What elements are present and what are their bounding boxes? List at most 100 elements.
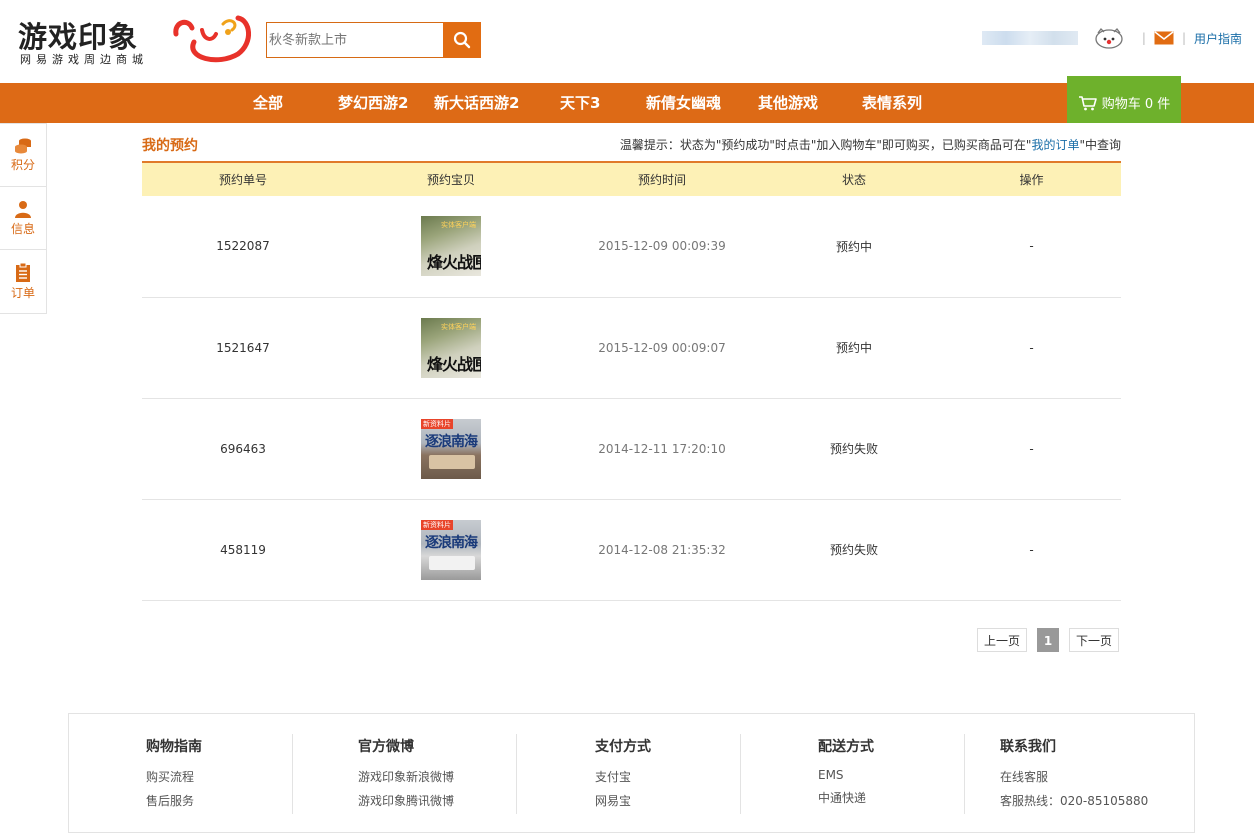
footer-link[interactable]: 在线客服: [1000, 768, 1148, 785]
footer-link[interactable]: EMS: [818, 768, 874, 782]
separator: |: [1181, 31, 1186, 45]
coins-icon: [15, 138, 31, 153]
tip-text: 温馨提示：状态为"预约成功"时点击"加入购物车"即可购买，已购买商品可在"我的订…: [620, 136, 1121, 153]
side-item-orders[interactable]: 订单: [0, 250, 46, 313]
footer-link: 客服热线：020-85105880: [1000, 794, 1149, 808]
footer-col-payment: 支付方式 支付宝 网易宝: [595, 736, 651, 816]
side-item-label: 订单: [10, 285, 35, 300]
reservation-status: 预约失败: [829, 543, 878, 557]
reservation-action: -: [1029, 441, 1034, 456]
footer-divider: [740, 734, 741, 814]
footer-divider: [292, 734, 293, 814]
product-thumbnail[interactable]: 新资料片逐浪南海: [421, 418, 481, 479]
footer-link[interactable]: 游戏印象新浪微博: [358, 768, 454, 785]
thumb-caption: 实体客户端: [441, 221, 476, 230]
pagination: 上一页 1 下一页: [977, 628, 1129, 652]
thumb-title: 烽火战匣: [427, 354, 481, 374]
reservation-id: 1521647: [216, 340, 270, 355]
reservation-status: 预约中: [835, 341, 872, 355]
thumb-caption: 新资料片: [421, 418, 453, 429]
page-title: 我的预约: [142, 138, 198, 154]
user-icon: [15, 200, 31, 218]
product-thumbnail[interactable]: 实体客户端烽火战匣: [421, 216, 481, 277]
thumb-box: [429, 454, 475, 469]
main-nav: 全部 梦幻西游2 新大话西游2 天下3 新倩女幽魂 其他游戏 表情系列 购物车 …: [0, 76, 1254, 123]
product-thumbnail[interactable]: 新资料片逐浪南海: [421, 519, 481, 580]
reservation-time: 2015-12-09 00:09:07: [598, 340, 726, 355]
tip-prefix: 温馨提示：状态为"预约成功"时点击"加入购物车"即可购买，已购买商品可在": [619, 138, 1032, 152]
header: 游戏印象 网易游戏周边商城 |: [0, 0, 1254, 83]
footer-col-title: 配送方式: [818, 739, 874, 755]
table-header-row: 预约单号 预约宝贝 预约时间 状态 操作: [142, 163, 1121, 196]
footer-col-title: 购物指南: [146, 739, 202, 755]
my-orders-link[interactable]: 我的订单: [1031, 138, 1079, 152]
tip-suffix: "中查询: [1079, 138, 1121, 152]
column-header: 预约宝贝: [426, 173, 475, 187]
cart-button[interactable]: 购物车 0 件: [1067, 76, 1181, 123]
reservation-status: 预约中: [835, 239, 872, 254]
reservation-action: -: [1029, 542, 1034, 557]
nav-item-other-games[interactable]: 其他游戏: [758, 83, 818, 123]
footer-link[interactable]: 售后服务: [146, 792, 202, 809]
side-item-info[interactable]: 信息: [0, 187, 46, 250]
current-page[interactable]: 1: [1037, 628, 1060, 652]
column-header: 预约单号: [218, 173, 267, 187]
nav-item-dahua[interactable]: 新大话西游2: [434, 83, 519, 123]
footer-link[interactable]: 购买流程: [146, 768, 202, 785]
separator: |: [1141, 31, 1146, 45]
footer: 购物指南 购买流程 售后服务 官方微博 游戏印象新浪微博 游戏印象腾讯微博 支付…: [68, 713, 1195, 833]
reservation-table: 预约单号 预约宝贝 预约时间 状态 操作 1522087 实体客户端 烽火战匣 2…: [142, 163, 1121, 601]
table-row: 1521647 实体客户端烽火战匣 2015-12-09 00:09:07 预约…: [142, 297, 1121, 398]
footer-divider: [964, 734, 965, 814]
thumb-title: 逐浪南海: [425, 433, 478, 450]
footer-col-delivery: 配送方式 EMS 中通快递: [818, 736, 874, 813]
search-input[interactable]: [266, 22, 444, 58]
nav-item-menghuan[interactable]: 梦幻西游2: [338, 83, 408, 123]
reservation-id: 458119: [220, 542, 266, 557]
column-header: 状态: [841, 173, 866, 187]
search-icon: [453, 31, 471, 49]
reservation-action: -: [1029, 340, 1034, 355]
nav-item-qiannv[interactable]: 新倩女幽魂: [646, 83, 721, 123]
reservation-action: -: [1029, 239, 1034, 254]
thumb-caption: 新资料片: [421, 519, 453, 530]
reservation-id: 1522087: [216, 239, 270, 254]
next-page-button[interactable]: 下一页: [1069, 628, 1120, 652]
side-item-label: 积分: [10, 157, 35, 172]
product-thumbnail[interactable]: 实体客户端烽火战匣: [421, 317, 481, 378]
footer-col-shopping-guide: 购物指南 购买流程 售后服务: [146, 736, 202, 816]
reservation-time: 2014-12-08 21:35:32: [598, 542, 726, 557]
thumb-box: [429, 555, 475, 570]
side-item-points[interactable]: 积分: [0, 124, 46, 187]
nav-item-tianxia[interactable]: 天下3: [560, 83, 600, 123]
footer-link[interactable]: 游戏印象腾讯微博: [358, 792, 454, 809]
clipboard-icon: [16, 262, 30, 282]
nav-item-emoji[interactable]: 表情系列: [862, 83, 922, 123]
user-guide-link[interactable]: 用户指南: [1194, 30, 1242, 47]
search-button[interactable]: [443, 22, 481, 58]
footer-link[interactable]: 支付宝: [595, 768, 651, 785]
avatar-icon[interactable]: [1094, 27, 1124, 49]
nav-item-all[interactable]: 全部: [253, 83, 283, 123]
column-header: 操作: [1019, 173, 1044, 187]
thumb-title: 逐浪南海: [425, 534, 478, 551]
site-logo[interactable]: 游戏印象 网易游戏周边商城: [18, 14, 251, 68]
username-blurred[interactable]: [981, 31, 1078, 45]
cart-label: 购物车 0 件: [1101, 97, 1171, 112]
logo-swirl-icon: [173, 15, 251, 63]
side-bar: 积分 信息 订单: [0, 123, 47, 314]
reservation-time: 2015-12-09 00:09:39: [598, 239, 726, 254]
logo-text: 游戏印象: [18, 20, 139, 54]
footer-col-contact: 联系我们 在线客服 客服热线：020-85105880: [1000, 736, 1148, 816]
footer-col-title: 联系我们: [1000, 739, 1056, 755]
thumb-caption: 实体客户端: [441, 322, 476, 331]
footer-link[interactable]: 网易宝: [595, 792, 651, 809]
reservation-id: 696463: [220, 441, 266, 456]
table-row: 1522087 实体客户端烽火战匣 2015-12-09 00:09:39 预约…: [142, 196, 1121, 297]
reservation-time: 2014-12-11 17:20:10: [598, 441, 726, 456]
footer-link[interactable]: 中通快递: [818, 789, 874, 806]
footer-col-title: 官方微博: [358, 739, 414, 755]
thumb-title: 烽火战匣: [427, 253, 481, 273]
mail-icon[interactable]: [1154, 31, 1174, 45]
prev-page-button[interactable]: 上一页: [977, 628, 1028, 652]
